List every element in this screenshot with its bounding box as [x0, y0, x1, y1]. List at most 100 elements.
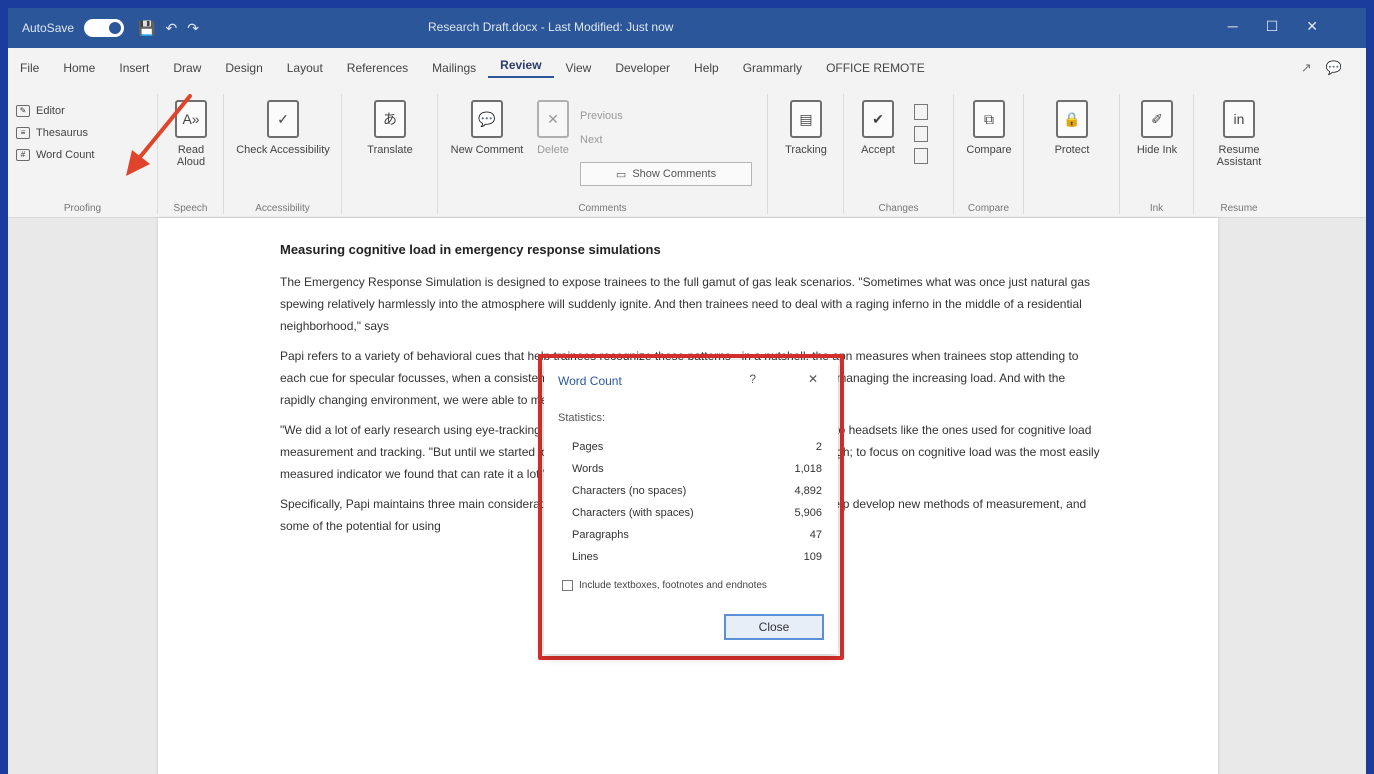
new-comment-button[interactable]: 💬 New Comment — [448, 100, 526, 156]
share-comments-icons[interactable]: ↗💬 — [1301, 60, 1356, 76]
delete-comment-icon: ✕ — [537, 100, 569, 138]
accessibility-icon: ✓ — [267, 100, 299, 138]
stat-row: Characters (no spaces) 4,892 — [572, 480, 822, 502]
changes-small-buttons — [914, 104, 930, 174]
statistics-label: Statistics: — [558, 412, 606, 424]
dialog-title: Word Count — [558, 374, 622, 388]
tab-draw[interactable]: Draw — [161, 61, 213, 75]
previous-comment-button[interactable]: Previous — [580, 110, 623, 122]
stat-row: Words 1,018 — [572, 458, 822, 480]
protect-button[interactable]: 🔒 Protect — [1038, 100, 1106, 156]
word-count-dialog: Word Count ? ✕ Statistics: Pages 2 Words 1,… — [544, 360, 838, 654]
ink-group-label: Ink — [1149, 203, 1164, 214]
stat-value: 109 — [803, 551, 822, 563]
tab-office-remote[interactable]: OFFICE REMOTE — [814, 61, 937, 75]
stat-label: Words — [572, 463, 604, 475]
tab-design[interactable]: Design — [213, 61, 274, 75]
stat-label: Lines — [572, 551, 599, 563]
resume-group-label: Resume — [1220, 203, 1258, 214]
stat-value: 2 — [815, 441, 822, 453]
protect-icon: 🔒 — [1056, 100, 1088, 138]
compare-icon: ⧉ — [973, 100, 1005, 138]
group-protect: 🔒 Protect — [1024, 94, 1120, 214]
show-comments-button[interactable]: ▭ Show Comments — [580, 162, 752, 186]
new-comment-icon: 💬 — [471, 100, 503, 138]
group-language: あ Translate — [342, 94, 438, 214]
stat-row: Characters (with spaces) 5,906 — [572, 502, 822, 524]
hide-ink-button[interactable]: ✐ Hide Ink — [1130, 100, 1184, 156]
tab-insert[interactable]: Insert — [107, 61, 161, 75]
close-icon[interactable]: ✕ — [808, 372, 818, 386]
tab-grammarly[interactable]: Grammarly — [731, 61, 814, 75]
tracking-button[interactable]: ▤ Tracking — [778, 100, 834, 156]
group-changes: ✔ Accept Changes — [844, 94, 954, 214]
delete-comment-button[interactable]: ✕ Delete — [530, 100, 576, 156]
accept-icon: ✔ — [862, 100, 894, 138]
translate-icon: あ — [374, 100, 406, 138]
accept-button[interactable]: ✔ Accept — [850, 100, 906, 156]
help-icon[interactable]: ? — [749, 372, 756, 386]
stat-label: Characters (no spaces) — [572, 485, 687, 497]
close-button[interactable]: Close — [724, 614, 824, 640]
annotation-arrow — [126, 94, 192, 176]
group-resume: in Resume Assistant Resume — [1194, 94, 1284, 214]
tracking-icon: ▤ — [790, 100, 822, 138]
tab-layout[interactable]: Layout — [275, 61, 335, 75]
tab-mailings[interactable]: Mailings — [420, 61, 488, 75]
tab-view[interactable]: View — [554, 61, 604, 75]
paragraph-1: The Emergency Response Simulation is des… — [280, 275, 1091, 333]
thesaurus-icon: ≡ — [16, 127, 30, 139]
compare-group-label: Compare — [967, 203, 1010, 214]
resume-icon: in — [1223, 100, 1255, 138]
group-tracking: ▤ Tracking — [768, 94, 844, 214]
check-accessibility-button[interactable]: ✓ Check Accessibility — [234, 100, 332, 156]
group-accessibility: ✓ Check Accessibility Accessibility — [224, 94, 342, 214]
ribbon: ✎ Editor ≡ Thesaurus # Word Count Proofing … — [8, 88, 1366, 218]
compare-button[interactable]: ⧉ Compare — [960, 100, 1018, 156]
speech-group-label: Speech — [173, 203, 208, 214]
next-comment-button[interactable]: Next — [580, 134, 603, 146]
previous-change-icon[interactable] — [914, 126, 928, 142]
tab-file[interactable]: File — [8, 61, 51, 75]
hide-ink-icon: ✐ — [1141, 100, 1173, 138]
tab-references[interactable]: References — [335, 61, 420, 75]
statistics-list: Pages 2 Words 1,018 Characters (no spaces) 4,… — [572, 436, 822, 568]
checkbox-icon — [562, 580, 573, 591]
editor-icon: ✎ — [16, 105, 30, 117]
tab-review[interactable]: Review — [488, 58, 554, 78]
document-title: Research Draft.docx - Last Modified: Jus… — [428, 20, 674, 34]
resume-assistant-button[interactable]: in Resume Assistant — [1200, 100, 1278, 168]
stat-value: 4,892 — [794, 485, 822, 497]
changes-group-label: Changes — [878, 203, 919, 214]
stat-value: 47 — [809, 529, 822, 541]
window-controls[interactable]: ─☐✕ — [1228, 18, 1346, 35]
autosave-toggle[interactable] — [84, 19, 125, 37]
word-count-icon: # — [16, 149, 30, 161]
include-textboxes-checkbox[interactable]: Include textboxes, footnotes and endnote… — [562, 580, 767, 591]
show-comments-icon: ▭ — [615, 168, 627, 181]
tab-home[interactable]: Home — [51, 61, 107, 75]
next-change-icon[interactable] — [914, 148, 928, 164]
translate-button[interactable]: あ Translate — [356, 100, 424, 156]
checkbox-label: Include textboxes, footnotes and endnote… — [579, 580, 767, 591]
stat-row: Pages 2 — [572, 436, 822, 458]
group-compare: ⧉ Compare Compare — [954, 94, 1024, 214]
stat-label: Characters (with spaces) — [572, 507, 694, 519]
quick-access-toolbar[interactable]: 💾↶↷ — [138, 20, 209, 37]
stat-row: Paragraphs 47 — [572, 524, 822, 546]
autosave-label: AutoSave — [22, 21, 75, 35]
group-comments: 💬 New Comment ✕ Delete Previous Next Com… — [438, 94, 768, 214]
word-app-window: AutoSave 💾↶↷ Research Draft.docx - Last … — [8, 8, 1366, 774]
proofing-group-label: Proofing — [63, 203, 102, 214]
stat-value: 1,018 — [794, 463, 822, 475]
comments-group-label: Comments — [578, 203, 627, 214]
group-ink: ✐ Hide Ink Ink — [1120, 94, 1194, 214]
tab-help[interactable]: Help — [682, 61, 731, 75]
document-heading: Measuring cognitive load in emergency re… — [280, 242, 661, 257]
stat-label: Pages — [572, 441, 604, 453]
tab-developer[interactable]: Developer — [603, 61, 682, 75]
stat-label: Paragraphs — [572, 529, 629, 541]
stat-row: Lines 109 — [572, 546, 822, 568]
reject-icon[interactable] — [914, 104, 928, 120]
accessibility-group-label: Accessibility — [255, 203, 310, 214]
